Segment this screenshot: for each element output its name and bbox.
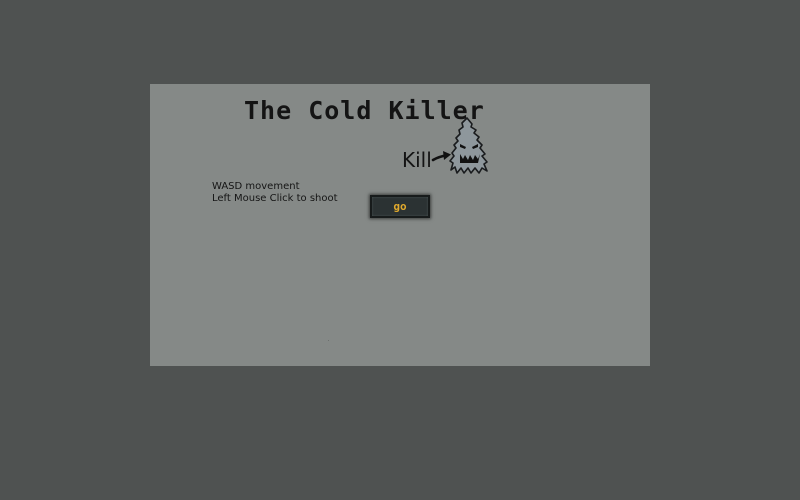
go-button[interactable]: go (370, 195, 430, 218)
page-viewport: The Cold Killer Kill WASD movement Left … (0, 0, 800, 500)
instruction-movement: WASD movement (212, 181, 300, 192)
kill-label: Kill (402, 148, 432, 172)
game-canvas[interactable]: The Cold Killer Kill WASD movement Left … (150, 84, 650, 366)
canvas-speck (328, 340, 329, 341)
ghost-tree-enemy-icon (449, 117, 488, 174)
instructions: WASD movement Left Mouse Click to shoot (212, 181, 338, 205)
instruction-shoot: Left Mouse Click to shoot (212, 193, 338, 204)
